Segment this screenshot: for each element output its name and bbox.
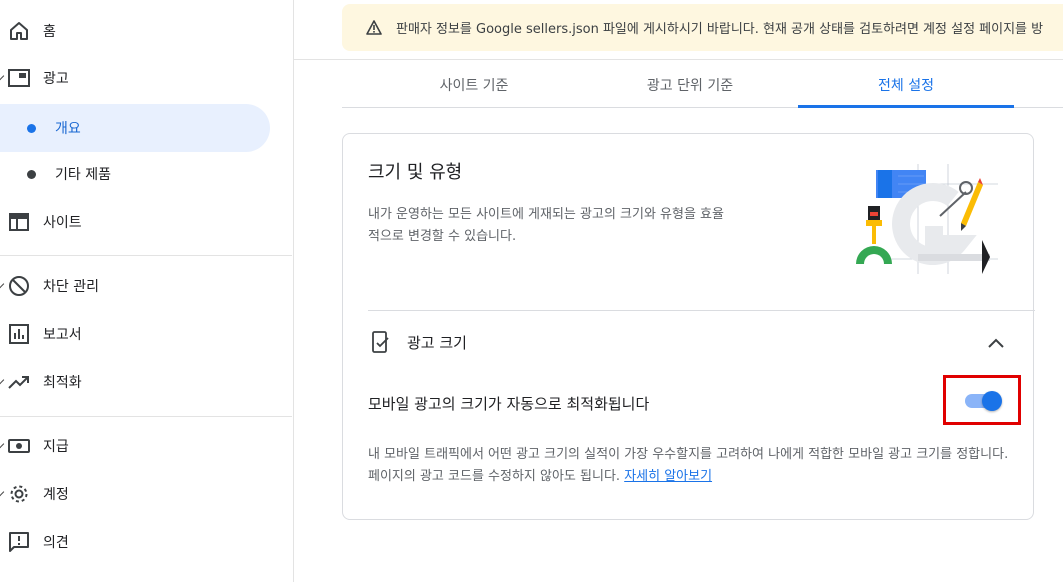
- sidebar-item-label: 의견: [43, 535, 69, 551]
- active-tab-indicator: [798, 105, 1014, 108]
- sidebar-item-label: 계정: [43, 487, 69, 503]
- toggle-thumb: [982, 391, 1002, 411]
- sidebar-item-label: 사이트: [43, 215, 82, 231]
- warning-icon: [366, 20, 382, 39]
- sidebar-item-label: 지급: [43, 439, 69, 455]
- phone-check-icon: [371, 330, 391, 354]
- card-title: 크기 및 유형: [368, 162, 463, 183]
- home-icon: [8, 20, 30, 42]
- gear-icon: [8, 483, 30, 505]
- sidebar-item-ads[interactable]: 광고: [0, 56, 292, 100]
- sidebar-item-label: 보고서: [43, 327, 82, 343]
- expand-caret-icon[interactable]: [0, 71, 5, 81]
- sidebar-item-optimization[interactable]: 최적화: [0, 360, 292, 404]
- sidebar: 홈 광고 개요 기타 제품 사이트 차단 관리 보고서 최적화 지급 계정 의견: [0, 0, 294, 582]
- block-icon: [8, 275, 30, 297]
- sidebar-item-label: 광고: [43, 71, 69, 87]
- sidebar-item-label: 개요: [55, 121, 81, 137]
- sidebar-item-label: 홈: [43, 24, 56, 40]
- sidebar-item-home[interactable]: 홈: [0, 9, 292, 53]
- expand-caret-icon[interactable]: [0, 487, 5, 497]
- sidebar-item-account[interactable]: 계정: [0, 472, 292, 516]
- card-description: 내가 운영하는 모든 사이트에 게재되는 광고의 크기와 유형을 효율적으로 변…: [368, 207, 724, 244]
- sidebar-item-reports[interactable]: 보고서: [0, 312, 292, 356]
- size-and-type-card: 크기 및 유형 내가 운영하는 모든 사이트에 게재되는 광고의 크기와 유형을…: [342, 133, 1035, 520]
- card-divider: [368, 310, 1035, 311]
- tab-bar: 사이트 기준 광고 단위 기준 전체 설정: [342, 62, 1063, 108]
- auto-optimize-label: 모바일 광고의 크기가 자동으로 최적화됩니다: [368, 395, 650, 413]
- sidebar-item-label: 최적화: [43, 375, 82, 391]
- design-tools-illustration: [848, 164, 1008, 284]
- sidebar-item-blocking[interactable]: 차단 관리: [0, 264, 292, 308]
- sidebar-item-feedback[interactable]: 의견: [0, 520, 292, 564]
- tab-by-ad-unit[interactable]: 광고 단위 기준: [582, 62, 798, 108]
- sidebar-subitem-other-products[interactable]: 기타 제품: [0, 150, 270, 198]
- expand-caret-icon[interactable]: [0, 439, 5, 449]
- payments-icon: [8, 435, 30, 457]
- tab-by-site[interactable]: 사이트 기준: [342, 62, 606, 108]
- expand-caret-icon[interactable]: [0, 279, 5, 289]
- auto-optimize-toggle[interactable]: [965, 391, 1002, 411]
- banner-text: 판매자 정보를 Google sellers.json 파일에 게시하시기 바랍…: [396, 22, 1044, 37]
- sidebar-item-label: 차단 관리: [43, 279, 99, 295]
- sidebar-item-payments[interactable]: 지급: [0, 424, 292, 468]
- tab-global-settings[interactable]: 전체 설정: [798, 62, 1014, 108]
- sidebar-subitem-overview[interactable]: 개요: [0, 104, 270, 152]
- sidebar-divider: [0, 255, 292, 256]
- header-divider: [294, 59, 1063, 60]
- sidebar-item-label: 기타 제품: [55, 167, 111, 183]
- chevron-up-icon[interactable]: [987, 334, 1005, 348]
- section-description: 내 모바일 트래픽에서 어떤 광고 크기의 실적이 가장 우수할지를 고려하여 …: [368, 444, 1018, 488]
- expand-caret-icon[interactable]: [0, 375, 5, 385]
- bullet-dot-icon: [27, 123, 36, 133]
- trending-up-icon: [8, 371, 30, 393]
- learn-more-link[interactable]: 자세히 알아보기: [624, 469, 712, 484]
- feedback-icon: [8, 531, 30, 553]
- sidebar-divider: [0, 416, 292, 417]
- section-title-ad-size: 광고 크기: [407, 334, 467, 352]
- bullet-dot-icon: [27, 169, 36, 179]
- reports-icon: [8, 323, 30, 345]
- notice-banner: 판매자 정보를 Google sellers.json 파일에 게시하시기 바랍…: [342, 4, 1063, 51]
- sidebar-item-sites[interactable]: 사이트: [0, 200, 292, 244]
- ads-icon: [8, 67, 30, 89]
- sites-icon: [8, 211, 30, 233]
